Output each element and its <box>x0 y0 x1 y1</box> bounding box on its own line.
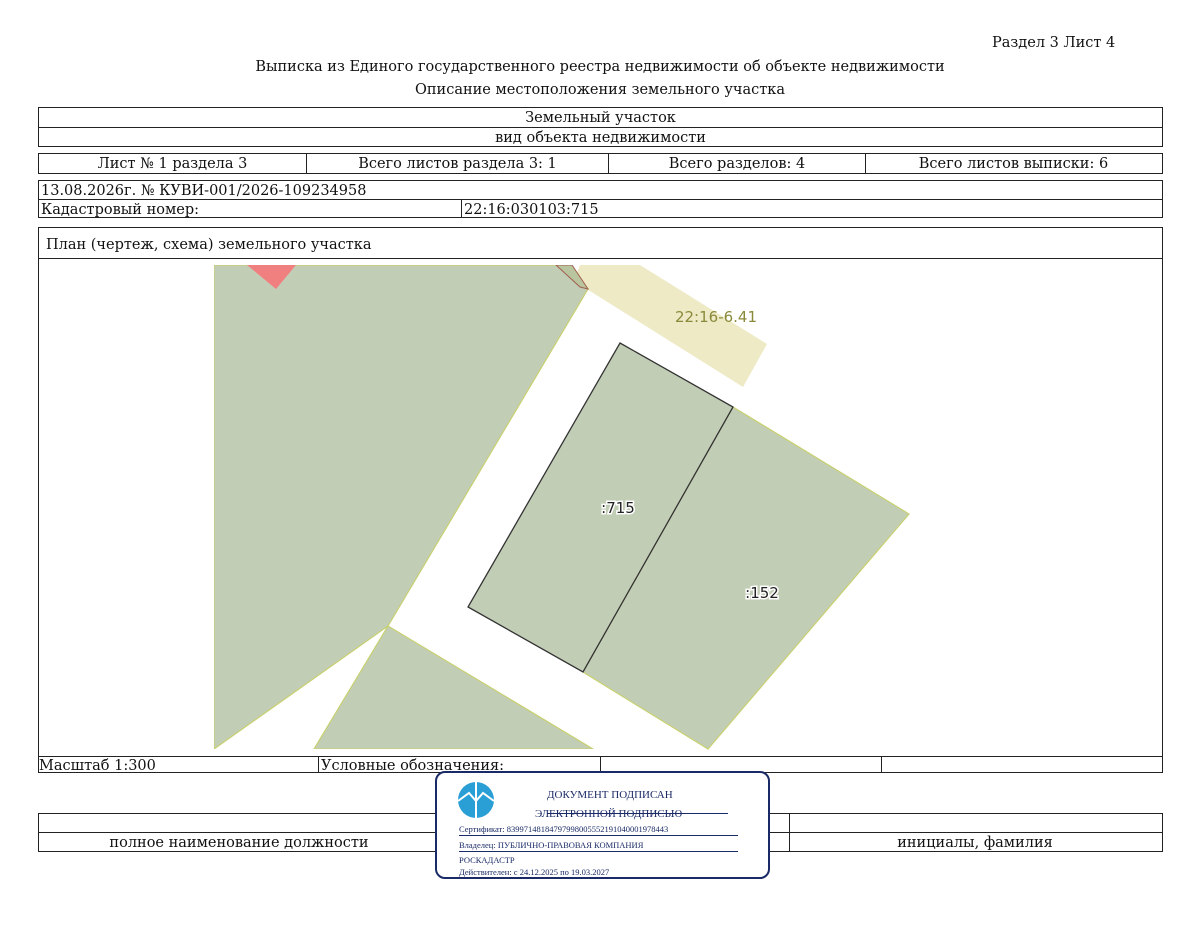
plan-drawing: 22:16-6.41 :715 :152 <box>214 265 910 750</box>
zone-area <box>574 265 767 387</box>
object-name: Земельный участок <box>525 110 676 126</box>
scale-label: Масштаб 1:300 <box>39 758 156 774</box>
electronic-signature-stamp: ДОКУМЕНТ ПОДПИСАН ЭЛЕКТРОННОЙ ПОДПИСЬЮ С… <box>435 771 770 879</box>
parcel-152-label: :152 <box>745 584 779 602</box>
sheet-info-row: Лист № 1 раздела 3 Всего листов раздела … <box>38 153 1163 174</box>
section-sheet-label: Раздел 3 Лист 4 <box>992 35 1116 51</box>
stamp-line-1: ДОКУМЕНТ ПОДПИСАН <box>547 789 673 801</box>
stamp-validity: Действителен: с 24.12.2025 по 19.03.2027 <box>459 867 610 877</box>
extract-date-number: 13.08.2026г. № КУВИ-001/2026-109234958 <box>41 183 367 199</box>
total-section-sheets: Всего листов раздела 3: 1 <box>307 154 609 173</box>
total-sections: Всего разделов: 4 <box>609 154 866 173</box>
name-caption: инициалы, фамилия <box>897 835 1053 851</box>
cadastral-label: Кадастровый номер: <box>41 202 199 218</box>
stamp-certificate: Сертификат: 8399714818479799800555219104… <box>459 824 669 834</box>
document-title: Выписка из Единого государственного реес… <box>255 59 945 75</box>
stamp-owner: Владелец: ПУБЛИЧНО-ПРАВОВАЯ КОМПАНИЯ <box>459 840 644 850</box>
parcel-715-label: :715 <box>601 499 635 517</box>
object-kind-caption: вид объекта недвижимости <box>495 130 706 146</box>
plan-caption: План (чертеж, схема) земельного участка <box>46 237 372 253</box>
stamp-owner-2: РОСКАДАСТР <box>459 855 515 865</box>
stamp-line-2: ЭЛЕКТРОННОЙ ПОДПИСЬЮ <box>535 808 683 820</box>
position-caption: полное наименование должности <box>109 835 369 851</box>
zone-label: 22:16-6.41 <box>675 308 757 326</box>
sheet-number: Лист № 1 раздела 3 <box>39 154 307 173</box>
cadastral-number: 22:16:030103:715 <box>464 202 599 218</box>
object-type-box: Земельный участок вид объекта недвижимос… <box>38 107 1163 147</box>
total-sheets: Всего листов выписки: 6 <box>918 155 1109 172</box>
document-subtitle: Описание местоположения земельного участ… <box>415 82 785 98</box>
record-box: 13.08.2026г. № КУВИ-001/2026-109234958 К… <box>38 180 1163 218</box>
rosreestr-logo-icon <box>457 782 495 818</box>
